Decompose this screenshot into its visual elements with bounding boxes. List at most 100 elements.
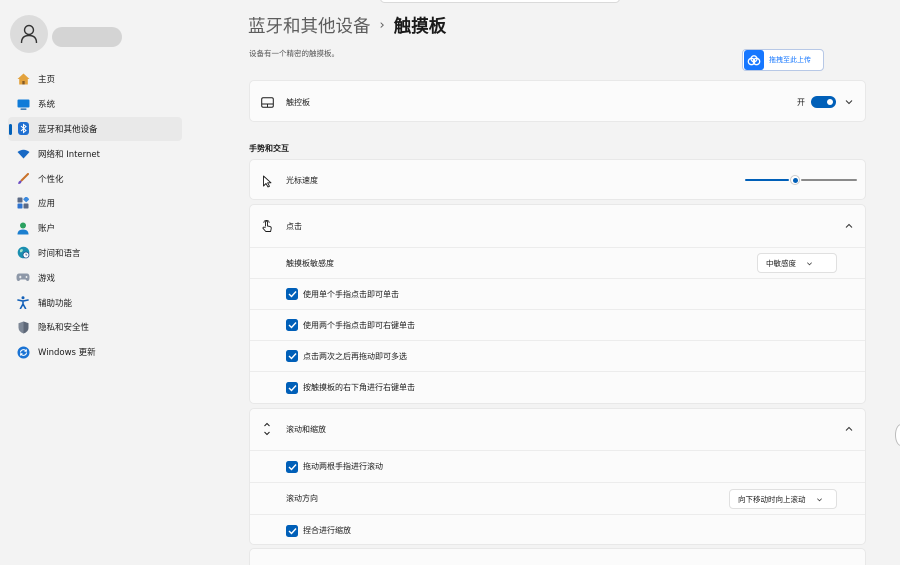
scroll-direction-value: 向下移动时向上滚动 xyxy=(738,494,806,504)
sidebar-item-network[interactable]: 网络和 Internet xyxy=(8,141,182,166)
touchpad-card: 触控板 开 xyxy=(249,80,866,122)
checkbox-label: 按触摸板的右下角进行右键单击 xyxy=(303,383,415,392)
cursor-pointer-icon xyxy=(260,174,274,188)
brush-icon xyxy=(16,172,30,186)
sidebar-item-label: 网络和 Internet xyxy=(38,149,100,160)
cursor-speed-card: 光标速度 xyxy=(249,159,866,200)
taps-card: 点击 触摸板敏感度 中敏感度 使用单个手指点击即可单击 使用两个手指点击即可右键… xyxy=(249,204,866,404)
breadcrumb-separator: › xyxy=(379,18,385,33)
checkbox-checked[interactable] xyxy=(286,288,298,300)
scroll-edge-handle[interactable] xyxy=(895,424,900,446)
apps-icon xyxy=(16,196,30,210)
sidebar-item-accounts[interactable]: 账户 xyxy=(8,216,182,241)
sensitivity-value: 中敏感度 xyxy=(766,258,796,268)
sidebar-item-gaming[interactable]: 游戏 xyxy=(8,265,182,290)
sidebar-item-label: 蓝牙和其他设备 xyxy=(38,124,98,135)
sidebar-item-windows-update[interactable]: Windows 更新 xyxy=(8,340,182,365)
page-title: 触摸板 xyxy=(393,17,447,37)
checkbox-label: 捏合进行缩放 xyxy=(303,526,351,535)
checkbox-label: 点击两次之后再拖动即可多选 xyxy=(303,351,407,361)
checkbox-row[interactable]: 按触摸板的右下角进行右键单击 xyxy=(250,371,865,403)
sidebar-item-label: 时间和语言 xyxy=(38,248,81,259)
account-icon xyxy=(16,221,30,235)
sidebar-item-label: 系统 xyxy=(38,100,56,111)
checkbox-row[interactable]: 点击两次之后再拖动即可多选 xyxy=(250,340,865,371)
slider-track xyxy=(801,179,857,181)
touchpad-row: 触控板 开 xyxy=(250,81,865,121)
sidebar-nav: 主页 系统 蓝牙和其他设备 网络和 Internet 个性化 应用 账户 时间和… xyxy=(8,67,182,365)
sidebar-item-system[interactable]: 系统 xyxy=(8,92,182,117)
checkbox-row[interactable]: 拖动两根手指进行滚动 xyxy=(250,450,865,482)
finger-tap-icon xyxy=(260,219,274,233)
taps-header-row[interactable]: 点击 xyxy=(250,205,865,247)
accessibility-icon xyxy=(16,296,30,310)
breadcrumb: 蓝牙和其他设备 › 触摸板 xyxy=(248,13,446,38)
touchpad-label: 触控板 xyxy=(286,97,310,107)
scroll-zoom-title: 滚动和缩放 xyxy=(286,425,326,434)
sidebar-item-apps[interactable]: 应用 xyxy=(8,191,182,216)
sidebar-item-label: 辅助功能 xyxy=(38,298,73,309)
cloud-upload-icon xyxy=(744,50,764,70)
person-icon xyxy=(20,24,38,44)
gestures-section-title: 手势和交互 xyxy=(249,144,289,153)
chevron-up-icon[interactable] xyxy=(844,221,854,231)
touchpad-toggle-group: 开 xyxy=(797,96,854,108)
gamepad-icon xyxy=(16,271,30,285)
sidebar-item-home[interactable]: 主页 xyxy=(8,67,182,92)
sensitivity-label: 触摸板敏感度 xyxy=(286,258,334,268)
scroll-direction-dropdown[interactable]: 向下移动时向上滚动 xyxy=(729,489,837,509)
checkbox-row[interactable]: 使用两个手指点击即可右键单击 xyxy=(250,309,865,340)
check-icon xyxy=(288,384,297,392)
chevron-down-icon[interactable] xyxy=(844,97,854,107)
checkbox-label: 拖动两根手指进行滚动 xyxy=(303,462,383,471)
bluetooth-icon xyxy=(16,122,30,136)
breadcrumb-parent-link[interactable]: 蓝牙和其他设备 xyxy=(248,13,371,38)
upload-drop-button[interactable]: 拖拽至此上传 xyxy=(742,49,824,71)
checkbox-checked[interactable] xyxy=(286,381,298,394)
check-icon xyxy=(288,353,297,360)
wifi-icon xyxy=(16,147,30,161)
update-icon xyxy=(16,345,30,359)
sidebar-item-label: 主页 xyxy=(38,75,56,86)
sensitivity-row: 触摸板敏感度 中敏感度 xyxy=(250,247,865,278)
sidebar-item-personalization[interactable]: 个性化 xyxy=(8,166,182,191)
chevron-down-icon xyxy=(807,261,812,265)
chevron-down-icon xyxy=(816,497,822,501)
slider-fill xyxy=(745,179,789,181)
sidebar-item-label: 账户 xyxy=(38,224,56,235)
taps-title: 点击 xyxy=(286,221,302,231)
checkbox-checked[interactable] xyxy=(286,319,298,331)
sidebar-item-accessibility[interactable]: 辅助功能 xyxy=(8,290,182,315)
checkbox-checked[interactable] xyxy=(286,460,298,473)
cursor-speed-slider[interactable] xyxy=(745,175,857,185)
top-edge-popup xyxy=(380,0,620,3)
check-icon xyxy=(288,527,297,535)
checkbox-checked[interactable] xyxy=(286,524,298,537)
slider-thumb[interactable] xyxy=(790,175,800,185)
sidebar-item-bluetooth[interactable]: 蓝牙和其他设备 xyxy=(8,116,182,142)
shield-icon xyxy=(16,320,30,334)
scroll-direction-label: 滚动方向 xyxy=(286,494,318,503)
scroll-zoom-header-row[interactable]: 滚动和缩放 xyxy=(250,409,865,450)
checkbox-row[interactable]: 使用单个手指点击即可单击 xyxy=(250,278,865,309)
touchpad-toggle[interactable] xyxy=(811,96,836,108)
system-monitor-icon xyxy=(16,97,30,111)
globe-clock-icon xyxy=(16,246,30,260)
avatar[interactable] xyxy=(10,15,48,53)
sensitivity-dropdown[interactable]: 中敏感度 xyxy=(757,253,837,273)
cursor-speed-label: 光标速度 xyxy=(286,176,318,185)
page-subtitle: 设备有一个精密的触摸板。 xyxy=(249,49,339,58)
checkbox-row[interactable]: 捏合进行缩放 xyxy=(250,514,865,544)
upload-label: 拖拽至此上传 xyxy=(769,56,811,64)
sidebar-item-privacy[interactable]: 隐私和安全性 xyxy=(8,315,182,340)
sidebar-item-time-language[interactable]: 时间和语言 xyxy=(8,241,182,266)
checkbox-label: 使用两个手指点击即可右键单击 xyxy=(303,320,415,330)
checkbox-checked[interactable] xyxy=(286,350,298,362)
next-card-partial xyxy=(249,548,866,565)
sidebar-item-label: 应用 xyxy=(38,199,56,210)
username-blurred xyxy=(52,27,122,47)
sidebar-item-label: 隐私和安全性 xyxy=(38,323,90,334)
sidebar-item-label: 游戏 xyxy=(38,273,56,284)
chevron-up-icon[interactable] xyxy=(844,424,854,434)
scroll-direction-row: 滚动方向 向下移动时向上滚动 xyxy=(250,482,865,514)
